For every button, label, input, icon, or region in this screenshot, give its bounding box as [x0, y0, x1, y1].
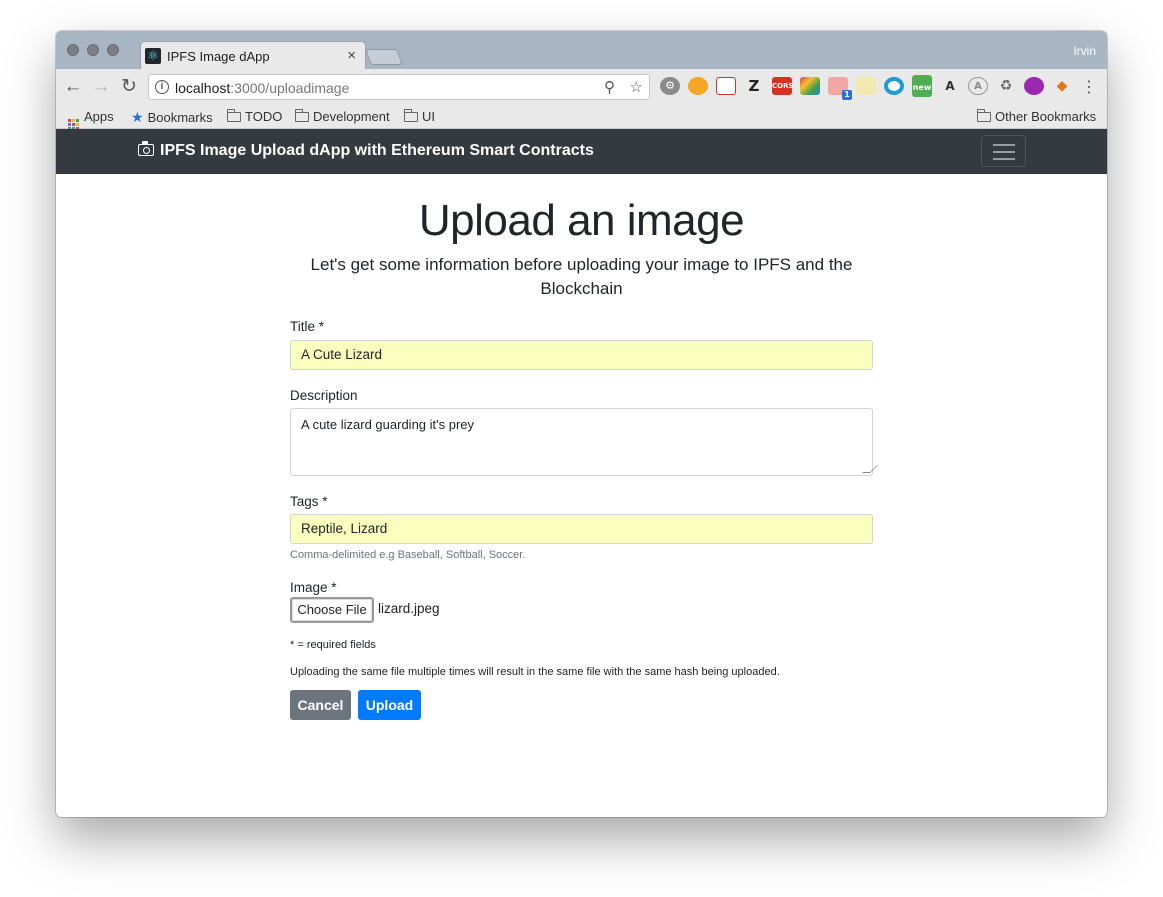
url-path: :3000/uploadimage [230, 80, 350, 96]
brand-label: IPFS Image Upload dApp with Ethereum Sma… [160, 142, 594, 159]
site-info-icon[interactable]: i [155, 80, 169, 94]
forward-arrow-icon[interactable]: → [90, 76, 112, 98]
new-tab-button[interactable] [365, 49, 403, 65]
close-window-button[interactable] [67, 44, 79, 56]
description-value: A cute lizard guarding it's prey [301, 417, 475, 432]
bookmark-apps-label: Apps [84, 109, 114, 124]
zoom-window-button[interactable] [107, 44, 119, 56]
bookmark-bookmarks-label: Bookmarks [147, 110, 213, 125]
minimize-window-button[interactable] [87, 44, 99, 56]
bookmark-other-label: Other Bookmarks [995, 109, 1097, 124]
url-text[interactable]: localhost:3000/uploadimage [175, 80, 349, 96]
tab-strip: ⚛ IPFS Image dApp × Irvin [56, 31, 1107, 69]
description-textarea[interactable]: A cute lizard guarding it's prey [290, 408, 878, 476]
page-content: IPFS Image Upload dApp with Ethereum Sma… [56, 129, 1107, 817]
folder-icon [294, 109, 309, 122]
camera-icon [138, 141, 154, 156]
metamask-fox-icon[interactable]: ◆ [1052, 77, 1072, 95]
hash-note: Uploading the same file multiple times w… [290, 666, 780, 678]
browser-toolbar: ← → ↻ i localhost:3000/uploadimage ⚲ ☆ ⚙… [56, 69, 1107, 105]
badge-extension-icon[interactable]: 1 [828, 77, 852, 100]
description-label: Description [290, 388, 358, 403]
browser-menu-icon[interactable]: ⋮ [1081, 77, 1097, 97]
reload-icon[interactable]: ↻ [118, 76, 140, 98]
bookmark-bookmarks[interactable]: ★ Bookmarks [131, 109, 213, 126]
purple-extension-icon[interactable] [1024, 77, 1044, 95]
image-label: Image * [290, 580, 337, 595]
translate-extension-icon[interactable]: A [940, 77, 960, 95]
bookmarks-bar: Apps ★ Bookmarks TODO Development UI Othe… [56, 105, 1107, 130]
bookmark-todo[interactable]: TODO [226, 109, 283, 124]
required-fields-note: * = required fields [290, 639, 376, 651]
bookmark-star-icon[interactable]: ☆ [630, 78, 643, 96]
colorzilla-extension-icon[interactable] [800, 77, 820, 95]
z-extension-icon[interactable]: Z [744, 77, 764, 95]
address-bar[interactable]: i localhost:3000/uploadimage ⚲ ☆ [148, 74, 650, 100]
upload-button[interactable]: Upload [358, 690, 421, 720]
hamburger-icon [993, 144, 1015, 146]
title-input[interactable]: A Cute Lizard [290, 340, 873, 370]
new-badge-extension-icon[interactable]: new [912, 75, 932, 97]
back-arrow-icon[interactable]: ← [62, 76, 84, 98]
bookmark-development[interactable]: Development [294, 109, 390, 124]
extension-icons: ⚙ Z CORS 1 new A A ♻ ◆ [660, 75, 1080, 100]
star-icon: ★ [131, 109, 144, 125]
title-label: Title * [290, 319, 325, 334]
navbar-brand[interactable]: IPFS Image Upload dApp with Ethereum Sma… [138, 141, 594, 160]
page-title: Upload an image [418, 196, 745, 245]
tags-input[interactable]: Reptile, Lizard [290, 514, 873, 544]
choose-file-button[interactable]: Choose File [290, 597, 374, 623]
bookmark-other[interactable]: Other Bookmarks [976, 109, 1097, 124]
tags-label: Tags * [290, 494, 328, 509]
tab-title: IPFS Image dApp [167, 49, 270, 64]
folder-icon [403, 109, 418, 122]
tab-close-icon[interactable]: × [347, 47, 356, 64]
folder-icon [226, 109, 241, 122]
tab-ipfs-image-dapp[interactable]: ⚛ IPFS Image dApp × [140, 41, 366, 69]
navbar-toggler-button[interactable] [981, 135, 1026, 167]
zoom-icon[interactable]: ⚲ [604, 78, 615, 96]
selected-file-name: lizard.jpeg [378, 601, 440, 616]
bookmark-todo-label: TODO [245, 109, 283, 124]
a-circle-extension-icon[interactable]: A [968, 77, 988, 95]
tags-help-text: Comma-delimited e.g Baseball, Softball, … [290, 549, 526, 561]
cors-extension-icon[interactable]: CORS [772, 77, 794, 95]
url-host: localhost [175, 80, 231, 96]
bookmark-ui[interactable]: UI [403, 109, 435, 124]
lead-text: Let's get some information before upload… [310, 255, 853, 298]
brave-extension-icon[interactable] [688, 77, 708, 95]
clipboard-extension-icon[interactable] [856, 77, 876, 95]
cancel-button[interactable]: Cancel [290, 690, 351, 720]
react-favicon-icon: ⚛ [145, 48, 161, 64]
recycle-extension-icon[interactable]: ♻ [996, 77, 1016, 95]
bookmark-apps[interactable]: Apps [68, 109, 114, 130]
ring-extension-icon[interactable] [884, 77, 904, 95]
resize-handle-icon[interactable] [862, 465, 878, 473]
badge-count: 1 [842, 90, 852, 100]
app-navbar: IPFS Image Upload dApp with Ethereum Sma… [56, 129, 1107, 174]
bookmark-development-label: Development [313, 109, 390, 124]
bookmark-ui-label: UI [422, 109, 435, 124]
profile-name[interactable]: Irvin [1073, 44, 1096, 58]
gear-extension-icon[interactable]: ⚙ [660, 77, 680, 95]
browser-window: ⚛ IPFS Image dApp × Irvin ← → ↻ i localh… [56, 31, 1107, 817]
calendar-extension-icon[interactable] [716, 77, 736, 95]
folder-icon [976, 109, 991, 122]
